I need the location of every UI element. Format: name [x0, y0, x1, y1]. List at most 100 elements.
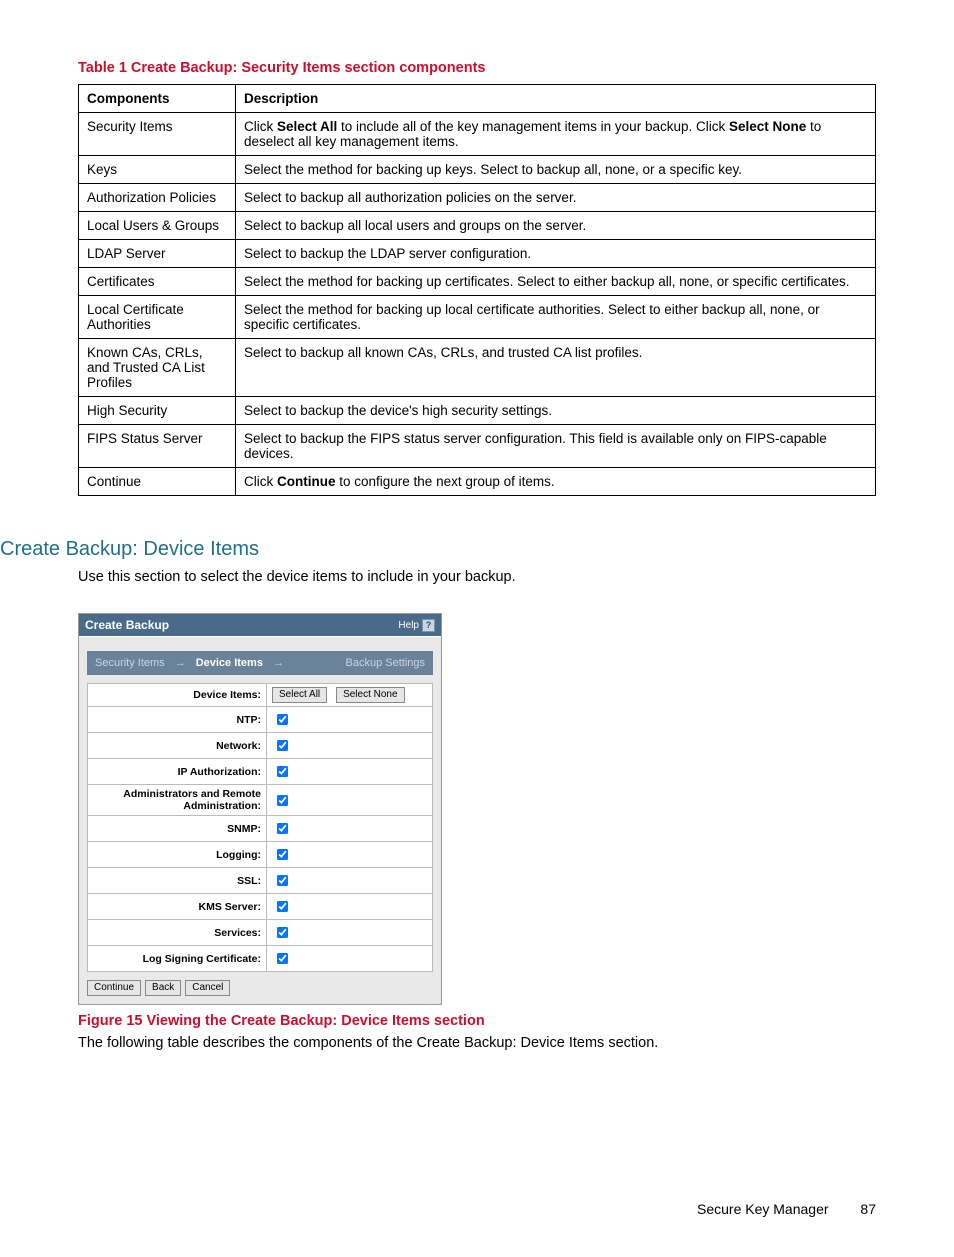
widget-row-label: KMS Server: [88, 894, 267, 920]
checkbox[interactable] [277, 849, 288, 860]
checkbox[interactable] [277, 714, 288, 725]
table-cell-description: Click Continue to configure the next gro… [236, 468, 876, 496]
arrow-icon: → [273, 657, 284, 669]
table-cell-description: Select to backup the device's high secur… [236, 397, 876, 425]
table-cell-component: High Security [79, 397, 236, 425]
checkbox[interactable] [277, 823, 288, 834]
widget-row-label: IP Authorization: [88, 759, 267, 785]
table-cell-description: Select the method for backing up certifi… [236, 268, 876, 296]
table-cell-component: Security Items [79, 113, 236, 156]
widget-header: Create Backup Help ? [79, 614, 441, 637]
table-row: Local Users & GroupsSelect to backup all… [79, 212, 876, 240]
widget-buttons-row: Continue Back Cancel [87, 980, 433, 996]
widget-row-label: Administrators and Remote Administration… [88, 785, 267, 816]
arrow-icon: → [175, 657, 186, 669]
widget-row: SNMP: [88, 816, 433, 842]
table-cell-description: Select to backup all known CAs, CRLs, an… [236, 339, 876, 397]
widget-title: Create Backup [85, 618, 169, 632]
widget-help-label: Help [398, 620, 419, 631]
widget-row-control [267, 868, 433, 894]
table-row: High SecuritySelect to backup the device… [79, 397, 876, 425]
widget-row-control [267, 816, 433, 842]
widget-row: Log Signing Certificate: [88, 946, 433, 972]
table-cell-description: Select to backup the FIPS status server … [236, 425, 876, 468]
table-cell-description: Select to backup all authorization polic… [236, 184, 876, 212]
widget-row-control [267, 920, 433, 946]
footer-page-number: 87 [860, 1201, 876, 1217]
table-row: Local Certificate AuthoritiesSelect the … [79, 296, 876, 339]
create-backup-widget: Create Backup Help ? Security Items → De… [78, 613, 442, 1005]
widget-row-control [267, 759, 433, 785]
widget-row-control [267, 733, 433, 759]
widget-row: Administrators and Remote Administration… [88, 785, 433, 816]
select-all-button[interactable]: Select All [272, 687, 327, 703]
widget-row-label: Network: [88, 733, 267, 759]
table-cell-description: Select to backup the LDAP server configu… [236, 240, 876, 268]
widget-row: SSL: [88, 868, 433, 894]
widget-row-label: Logging: [88, 842, 267, 868]
table-cell-component: Local Users & Groups [79, 212, 236, 240]
widget-row-control [267, 894, 433, 920]
widget-help[interactable]: Help ? [398, 619, 435, 632]
figure-title: Figure 15 Viewing the Create Backup: Dev… [78, 1013, 876, 1029]
checkbox[interactable] [277, 740, 288, 751]
checkbox[interactable] [277, 794, 288, 805]
help-icon: ? [422, 619, 435, 632]
widget-row: NTP: [88, 707, 433, 733]
table-cell-component: Continue [79, 468, 236, 496]
checkbox[interactable] [277, 766, 288, 777]
widget-row-control [267, 946, 433, 972]
breadcrumb-device-items: Device Items [196, 657, 263, 669]
table-row: Known CAs, CRLs, and Trusted CA List Pro… [79, 339, 876, 397]
widget-row: IP Authorization: [88, 759, 433, 785]
breadcrumb-backup-settings[interactable]: Backup Settings [346, 657, 426, 669]
table-row: Authorization PoliciesSelect to backup a… [79, 184, 876, 212]
widget-row-control [267, 842, 433, 868]
table-cell-description: Click Select All to include all of the k… [236, 113, 876, 156]
breadcrumb: Security Items → Device Items → Backup S… [87, 651, 433, 675]
checkbox[interactable] [277, 875, 288, 886]
page-footer: Secure Key Manager 87 [78, 1201, 876, 1217]
table-cell-component: Certificates [79, 268, 236, 296]
table-row: Security ItemsClick Select All to includ… [79, 113, 876, 156]
checkbox[interactable] [277, 927, 288, 938]
table-row: KeysSelect the method for backing up key… [79, 156, 876, 184]
select-none-button[interactable]: Select None [336, 687, 404, 703]
table1-head-description: Description [236, 85, 876, 113]
table-row: FIPS Status ServerSelect to backup the F… [79, 425, 876, 468]
widget-row-control [267, 785, 433, 816]
device-items-label: Device Items: [88, 684, 267, 707]
back-button[interactable]: Back [145, 980, 181, 996]
widget-row: Network: [88, 733, 433, 759]
widget-row-control [267, 707, 433, 733]
widget-row: Logging: [88, 842, 433, 868]
checkbox[interactable] [277, 953, 288, 964]
breadcrumb-security-items[interactable]: Security Items [95, 657, 165, 669]
figure-after-text: The following table describes the compon… [78, 1035, 876, 1051]
table-cell-component: Local Certificate Authorities [79, 296, 236, 339]
table-row: LDAP ServerSelect to backup the LDAP ser… [79, 240, 876, 268]
cancel-button[interactable]: Cancel [185, 980, 230, 996]
table-cell-component: LDAP Server [79, 240, 236, 268]
table-cell-description: Select to backup all local users and gro… [236, 212, 876, 240]
table-cell-component: Known CAs, CRLs, and Trusted CA List Pro… [79, 339, 236, 397]
widget-row: Services: [88, 920, 433, 946]
checkbox[interactable] [277, 901, 288, 912]
table-cell-description: Select the method for backing up local c… [236, 296, 876, 339]
section-heading: Create Backup: Device Items [0, 538, 876, 561]
table-row: ContinueClick Continue to configure the … [79, 468, 876, 496]
table-cell-component: Authorization Policies [79, 184, 236, 212]
table1-title: Table 1 Create Backup: Security Items se… [78, 60, 876, 76]
table1-head-components: Components [79, 85, 236, 113]
table1: Components Description Security ItemsCli… [78, 84, 876, 496]
footer-product: Secure Key Manager [697, 1201, 829, 1217]
widget-body: Device Items: Select All Select None NTP… [87, 683, 433, 972]
table-cell-component: FIPS Status Server [79, 425, 236, 468]
continue-button[interactable]: Continue [87, 980, 141, 996]
widget-row-label: NTP: [88, 707, 267, 733]
table-row: CertificatesSelect the method for backin… [79, 268, 876, 296]
section-intro: Use this section to select the device it… [78, 569, 876, 585]
table-cell-description: Select the method for backing up keys. S… [236, 156, 876, 184]
widget-row-label: Log Signing Certificate: [88, 946, 267, 972]
widget-row: KMS Server: [88, 894, 433, 920]
